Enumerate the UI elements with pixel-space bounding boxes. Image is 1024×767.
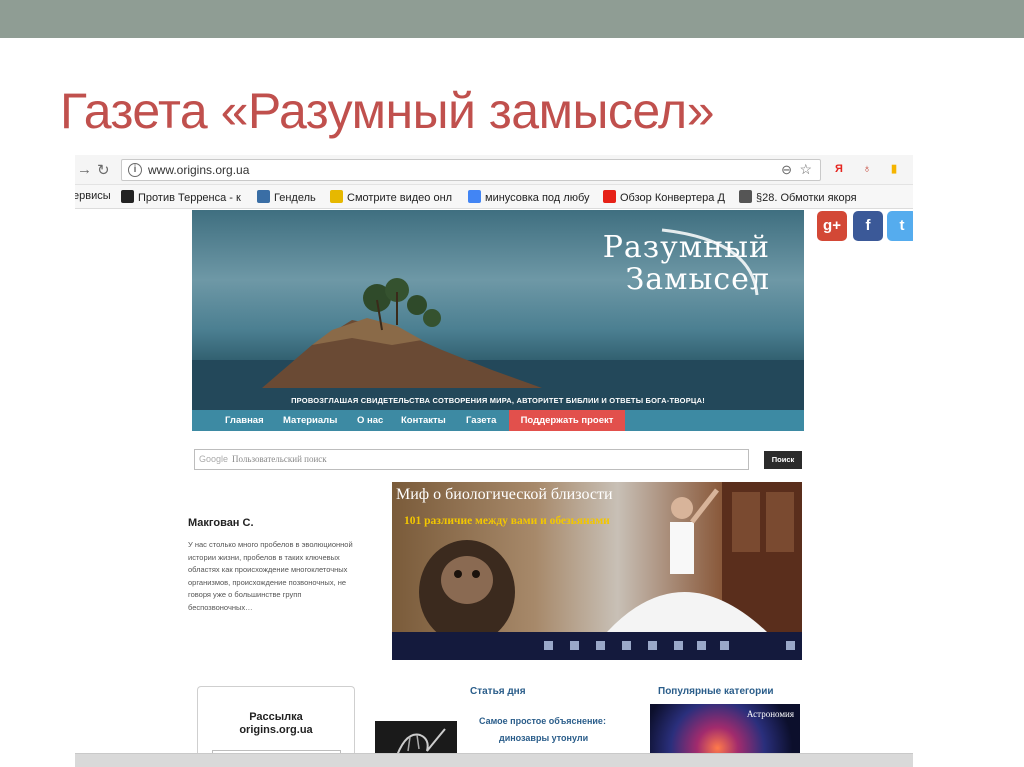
menu-home[interactable]: Главная — [225, 415, 264, 426]
bookmark-services[interactable]: ервисы — [75, 190, 111, 202]
google-g-icon — [468, 190, 481, 203]
pager-dot[interactable] — [622, 641, 631, 650]
bottom-strip — [75, 753, 913, 767]
promo-pager — [392, 632, 802, 660]
yandex-icon[interactable]: Я — [832, 162, 846, 176]
menu-about[interactable]: О нас — [357, 415, 383, 426]
bookmark-label: минусовка под любу — [485, 192, 590, 204]
bookmark-flag-icon[interactable]: ▮ — [887, 162, 901, 176]
bookmark-item[interactable]: Против Терренса - к — [121, 190, 241, 204]
article-title-line1[interactable]: Самое простое объяснение: — [479, 716, 606, 726]
bookmark-item[interactable]: минусовка под любу — [468, 190, 590, 204]
promo-subtitle: 101 различие между вами и обезьянами — [404, 515, 610, 527]
newsletter-title: Рассылка — [249, 711, 303, 723]
article-excerpt: У нас столько много пробелов в эволюцион… — [188, 540, 353, 612]
author-name[interactable]: Макгован С. — [188, 517, 254, 529]
bookmark-label: Смотрите видео онл — [347, 192, 453, 204]
google-search-label: Google — [199, 454, 229, 464]
bookmark-label: §28. Обмотки якоря — [756, 192, 857, 204]
search-button[interactable]: Поиск — [764, 451, 802, 469]
pager-dot[interactable] — [596, 641, 605, 650]
url-text: www.origins.org.ua — [148, 163, 250, 177]
site-menu: Главная Материалы О нас Контакты Газета … — [192, 410, 804, 431]
google-plus-icon[interactable]: g+ — [817, 211, 847, 241]
gear-icon — [739, 190, 752, 203]
promo-title: Миф о биологической близости — [396, 486, 613, 503]
menu-newspaper[interactable]: Газета — [466, 415, 496, 426]
bookmark-label: Гендель — [274, 192, 316, 204]
promo-banner[interactable]: Миф о биологической близости 101 различи… — [392, 482, 802, 660]
bookmark-item[interactable]: Обзор Конвертера Д — [603, 190, 725, 204]
slide-title: Газета «Разумный замысел» — [60, 83, 715, 139]
site-banner: Разумный Замысел ПРОВОЗГЛАШАЯ СВИДЕТЕЛЬС… — [192, 210, 804, 410]
pager-dot[interactable] — [648, 641, 657, 650]
reload-icon[interactable]: ↻ — [97, 161, 110, 179]
bookmark-page-icon — [121, 190, 134, 203]
music-icon — [257, 190, 270, 203]
search-input[interactable]: Google Пользовательский поиск — [194, 449, 749, 470]
bookmark-item[interactable]: §28. Обмотки якоря — [739, 190, 857, 204]
star-icon[interactable]: ☆ — [799, 161, 812, 178]
twitter-icon[interactable]: t — [887, 211, 913, 241]
forward-arrow-icon[interactable]: → — [77, 161, 92, 178]
youtube-icon — [603, 190, 616, 203]
bike-icon[interactable]: ♁ — [860, 162, 874, 176]
bookmark-item[interactable]: Смотрите видео онл — [330, 190, 452, 204]
facebook-icon[interactable]: f — [853, 211, 883, 241]
article-title-line2[interactable]: динозавры утонули — [499, 733, 588, 743]
bookmark-item[interactable]: Гендель — [257, 190, 316, 204]
category-label: Астрономия — [746, 709, 794, 719]
pager-dot[interactable] — [720, 641, 729, 650]
bookmark-label: Против Терренса - к — [138, 192, 241, 204]
site-logo-line1[interactable]: Разумный — [603, 230, 770, 265]
browser-screenshot: → ↻ i www.origins.org.ua ⊖ ☆ Я ♁ ▮ ервис… — [75, 155, 913, 767]
article-of-day-heading: Статья дня — [470, 686, 526, 697]
pager-dot[interactable] — [570, 641, 579, 650]
site-tagline: ПРОВОЗГЛАШАЯ СВИДЕТЕЛЬСТВА СОТВОРЕНИЯ МИ… — [291, 396, 705, 405]
popular-categories-heading: Популярные категории — [658, 686, 774, 697]
info-icon[interactable]: i — [128, 163, 142, 177]
newsletter-domain: origins.org.ua — [239, 724, 313, 736]
bookmark-label: ервисы — [75, 190, 111, 202]
zoom-icon[interactable]: ⊖ — [781, 162, 792, 178]
promo-illustration — [419, 482, 802, 632]
video-play-icon — [330, 190, 343, 203]
pager-dot[interactable] — [697, 641, 706, 650]
pager-dot[interactable] — [786, 641, 795, 650]
url-field[interactable]: i www.origins.org.ua ⊖ ☆ — [121, 159, 821, 181]
site-logo-line2[interactable]: Замысел — [626, 262, 770, 297]
donate-button[interactable]: Поддержать проект — [509, 410, 625, 431]
bookmarks-bar: ервисы Против Терренса - к Гендель Смотр… — [75, 185, 913, 209]
pager-dot[interactable] — [674, 641, 683, 650]
bookmark-label: Обзор Конвертера Д — [620, 192, 725, 204]
menu-materials[interactable]: Материалы — [283, 415, 337, 426]
address-bar-row: → ↻ i www.origins.org.ua ⊖ ☆ Я ♁ ▮ — [75, 155, 913, 185]
search-placeholder: Пользовательский поиск — [232, 454, 327, 464]
slide-header-band — [0, 0, 1024, 38]
pager-dot[interactable] — [544, 641, 553, 650]
menu-contacts[interactable]: Контакты — [401, 415, 446, 426]
